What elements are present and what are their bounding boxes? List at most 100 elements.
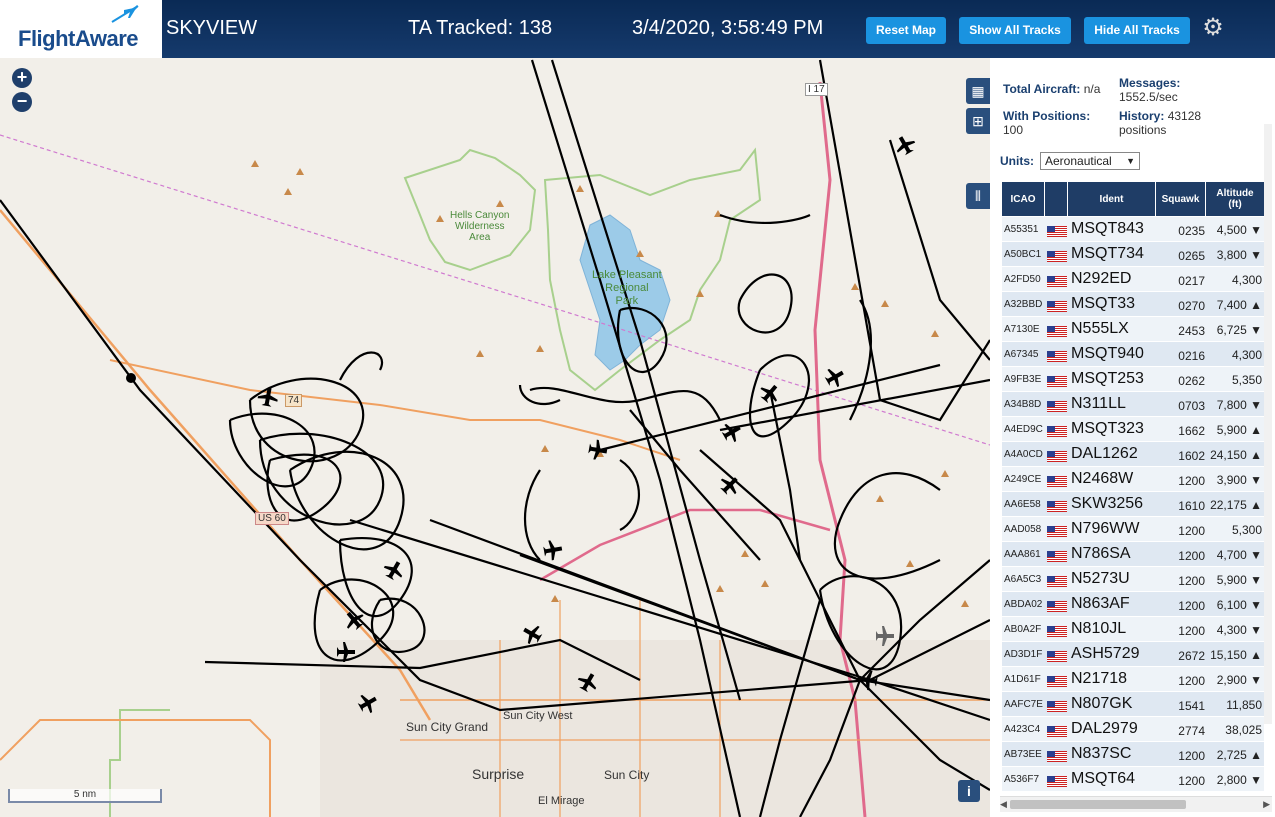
map-layers-icon[interactable]: ▦ <box>966 78 990 104</box>
altitude-cell: 38,025 <box>1225 723 1262 737</box>
altitude-cell: 3,900 ▼ <box>1216 473 1262 487</box>
table-row[interactable]: A55351 MSQT843 0235 4,500 ▼ <box>1002 217 1264 242</box>
ident-cell: MSQT33 <box>1071 295 1136 312</box>
us-flag-icon <box>1047 749 1067 762</box>
table-row[interactable]: A9FB3E MSQT253 0262 5,350 <box>1002 367 1264 392</box>
map-view[interactable]: Hells Canyon Wilderness Area Lake Pleasant… <box>0 58 990 817</box>
altitude-cell: 3,800 ▼ <box>1216 248 1262 262</box>
total-aircraft-stat: Total Aircraft: n/a <box>1003 82 1101 96</box>
scroll-left-icon[interactable]: ◀ <box>1000 799 1007 810</box>
table-row[interactable]: A4A0CD DAL1262 1602 24,150 ▲ <box>1002 442 1264 467</box>
col-squawk-header[interactable]: Squawk <box>1156 182 1206 216</box>
us-flag-icon <box>1047 424 1067 437</box>
horizontal-scrollbar[interactable]: ◀ ▶ <box>1000 796 1272 812</box>
table-row[interactable]: A32BBD MSQT33 0270 7,400 ▲ <box>1002 292 1264 317</box>
top-bar: FlightAware SKYVIEW TA Tracked: 138 3/4/… <box>0 0 1275 58</box>
table-row[interactable]: A7130E N555LX 2453 6,725 ▼ <box>1002 317 1264 342</box>
reset-map-button[interactable]: Reset Map <box>866 17 946 44</box>
table-row[interactable]: AA6E58 SKW3256 1610 22,175 ▲ <box>1002 492 1264 517</box>
icao-cell: AA6E58 <box>1004 499 1041 510</box>
col-icao-header[interactable]: ICAO <box>1002 182 1045 216</box>
us-flag-icon <box>1047 474 1067 487</box>
route-74-shield: 74 <box>285 394 303 407</box>
ident-cell: ASH5729 <box>1071 645 1140 662</box>
table-row[interactable]: A34B8D N311LL 0703 7,800 ▼ <box>1002 392 1264 417</box>
table-row[interactable]: ABDA02 N863AF 1200 6,100 ▼ <box>1002 592 1264 617</box>
table-row[interactable]: AAFC7E N807GK 1541 11,850 <box>1002 692 1264 717</box>
logo-plane-icon <box>111 5 139 23</box>
messages-stat: Messages: 1552.5/sec <box>1119 76 1181 104</box>
units-select[interactable]: Aeronautical ▼ <box>1040 152 1140 170</box>
sun-city-west-label: Sun City West <box>503 710 573 722</box>
ident-cell: MSQT940 <box>1071 345 1144 362</box>
grid-icon[interactable]: ⊞ <box>966 108 990 134</box>
icao-cell: A1D61F <box>1004 674 1041 685</box>
table-row[interactable]: AD3D1F ASH5729 2672 15,150 ▲ <box>1002 642 1264 667</box>
us-flag-icon <box>1047 349 1067 362</box>
col-altitude-header[interactable]: Altitude (ft) <box>1206 182 1264 216</box>
zoom-out-button[interactable]: − <box>12 92 32 112</box>
icao-cell: AD3D1F <box>1004 649 1043 660</box>
scroll-right-icon[interactable]: ▶ <box>1263 799 1270 810</box>
scroll-thumb[interactable] <box>1010 800 1186 809</box>
table-row[interactable]: AB73EE N837SC 1200 2,725 ▲ <box>1002 742 1264 767</box>
squawk-cell: 0235 <box>1178 224 1205 238</box>
altitude-cell: 2,900 ▼ <box>1216 673 1262 687</box>
show-all-tracks-button[interactable]: Show All Tracks <box>959 17 1071 44</box>
squawk-cell: 1602 <box>1178 449 1205 463</box>
history-stat: History: 43128 positions <box>1119 109 1202 137</box>
squawk-cell: 0270 <box>1178 299 1205 313</box>
el-mirage-label: El Mirage <box>538 795 585 807</box>
us-flag-icon <box>1047 499 1067 512</box>
ident-cell: N5273U <box>1071 570 1130 587</box>
altitude-cell: 11,850 <box>1226 698 1262 712</box>
altitude-cell: 4,300 <box>1231 273 1262 287</box>
altitude-cell: 2,800 ▼ <box>1216 773 1262 787</box>
col-ident-header[interactable]: Ident <box>1068 182 1156 216</box>
flightaware-logo[interactable]: FlightAware <box>0 0 162 58</box>
us60-shield: US 60 <box>255 512 289 525</box>
table-row[interactable]: A423C4 DAL2979 2774 38,025 <box>1002 717 1264 742</box>
squawk-cell: 1200 <box>1178 624 1205 638</box>
ident-cell: N786SA <box>1071 545 1131 562</box>
zoom-in-button[interactable]: + <box>12 68 32 88</box>
vertical-scrollbar[interactable] <box>1264 124 1272 724</box>
altitude-cell: 5,300 <box>1231 523 1262 537</box>
settings-gear-icon[interactable]: ⚙ <box>1200 15 1226 41</box>
us-flag-icon <box>1047 674 1067 687</box>
units-label: Units: <box>1000 154 1034 168</box>
table-row[interactable]: A1D61F N21718 1200 2,900 ▼ <box>1002 667 1264 692</box>
icao-cell: ABDA02 <box>1004 599 1043 610</box>
table-row[interactable]: AAA861 N786SA 1200 4,700 ▼ <box>1002 542 1264 567</box>
ident-cell: N2468W <box>1071 470 1134 487</box>
aircraft-table-header: ICAO Ident Squawk Altitude (ft) <box>1002 182 1264 216</box>
us-flag-icon <box>1047 299 1067 312</box>
icao-cell: A34B8D <box>1004 399 1042 410</box>
surprise-label: Surprise <box>472 766 525 782</box>
us-flag-icon <box>1047 274 1067 287</box>
hide-all-tracks-button[interactable]: Hide All Tracks <box>1084 17 1190 44</box>
icao-cell: A4A0CD <box>1004 449 1043 460</box>
table-row[interactable]: AAD058 N796WW 1200 5,300 <box>1002 517 1264 542</box>
us-flag-icon <box>1047 624 1067 637</box>
sun-city-grand-label: Sun City Grand <box>406 720 489 734</box>
us-flag-icon <box>1047 599 1067 612</box>
table-row[interactable]: AB0A2F N810JL 1200 4,300 ▼ <box>1002 617 1264 642</box>
columns-toggle-icon[interactable]: ⦀ <box>966 183 990 209</box>
icao-cell: A249CE <box>1004 474 1042 485</box>
table-row[interactable]: A6A5C3 N5273U 1200 5,900 ▼ <box>1002 567 1264 592</box>
table-row[interactable]: A249CE N2468W 1200 3,900 ▼ <box>1002 467 1264 492</box>
table-row[interactable]: A67345 MSQT940 0216 4,300 <box>1002 342 1264 367</box>
icao-cell: AB0A2F <box>1004 624 1042 635</box>
us-flag-icon <box>1047 699 1067 712</box>
icao-cell: A32BBD <box>1004 299 1043 310</box>
table-row[interactable]: A50BC1 MSQT734 0265 3,800 ▼ <box>1002 242 1264 267</box>
info-icon[interactable]: i <box>958 780 980 802</box>
table-row[interactable]: A2FD50 N292ED 0217 4,300 <box>1002 267 1264 292</box>
aircraft-panel: Total Aircraft: n/a Messages: 1552.5/sec … <box>990 58 1275 817</box>
table-row[interactable]: A4ED9C MSQT323 1662 5,900 ▲ <box>1002 417 1264 442</box>
squawk-cell: 0216 <box>1178 349 1205 363</box>
col-flag-header <box>1045 182 1068 216</box>
icao-cell: A4ED9C <box>1004 424 1043 435</box>
table-row[interactable]: A536F7 MSQT64 1200 2,800 ▼ <box>1002 767 1264 792</box>
